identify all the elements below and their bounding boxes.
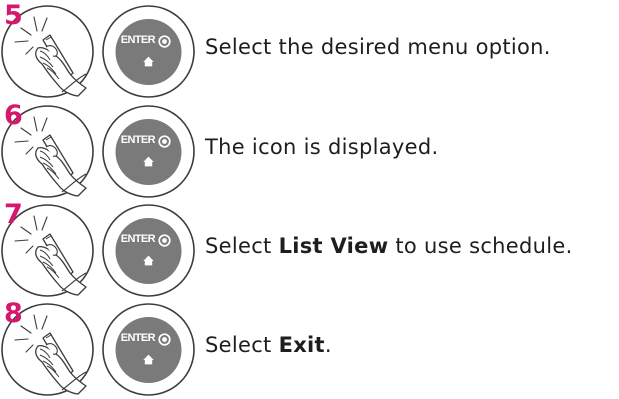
enter-label: ENTER (120, 134, 156, 146)
enter-label: ENTER (120, 332, 156, 344)
step-7: 7 ENTER Select List View to use schedule… (0, 199, 619, 300)
step-instruction: Select Exit. (205, 333, 332, 357)
instruction-text: The icon is displayed. (205, 135, 439, 159)
enter-home-button-icon (101, 4, 196, 99)
instruction-bold: List View (278, 234, 389, 258)
instruction-text: Select (205, 234, 279, 258)
step-number: 5 (4, 0, 23, 31)
step-number: 8 (4, 298, 23, 329)
step-instruction: The icon is displayed. (205, 135, 439, 159)
step-number: 7 (4, 199, 23, 230)
instruction-bold: Exit (278, 333, 325, 357)
enter-label: ENTER (120, 233, 156, 245)
instruction-text-end: to use schedule. (388, 234, 573, 258)
step-5: 5 ENTER Select the desired menu option. (0, 0, 619, 101)
step-6: 6 ENTER The icon is displayed. (0, 100, 619, 201)
enter-home-button-icon (101, 302, 196, 397)
enter-home-button-icon (101, 104, 196, 199)
step-instruction: Select the desired menu option. (205, 35, 551, 59)
instruction-text-end: . (324, 333, 332, 357)
enter-label: ENTER (120, 34, 156, 46)
instruction-text: Select (205, 333, 279, 357)
instruction-text: Select the desired menu option. (205, 35, 551, 59)
step-number: 6 (4, 100, 23, 131)
step-instruction: Select List View to use schedule. (205, 234, 573, 258)
enter-home-button-icon (101, 203, 196, 298)
step-8: 8 ENTER Select Exit. (0, 298, 619, 399)
